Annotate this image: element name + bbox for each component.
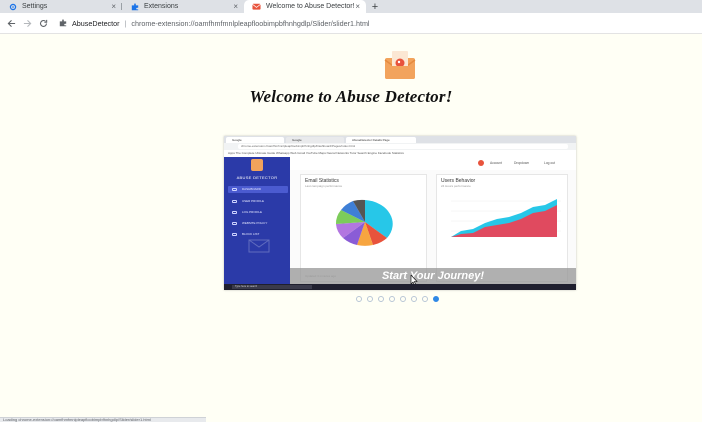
slide-tab: Google xyxy=(226,137,284,143)
slide-topnav-item: Log out xyxy=(544,161,555,165)
slide-taskbar-search: Type here to search xyxy=(232,285,312,289)
slide-nav-block-list: BLOCK LIST xyxy=(228,231,288,238)
slide-dot[interactable] xyxy=(367,296,373,302)
slide-nav-user-profile: USER PROFILE xyxy=(228,198,288,205)
tab-settings[interactable]: Settings × xyxy=(0,0,122,13)
forward-arrow-icon xyxy=(23,19,31,27)
slide-dot[interactable] xyxy=(411,296,417,302)
slide-nav-label: WEBSITE POLICY xyxy=(242,221,268,225)
slide-nav-label: BLOCK LIST xyxy=(242,232,260,236)
slide-image[interactable]: Google Google AbuseDetector Details Page… xyxy=(224,136,576,290)
tab-welcome[interactable]: Welcome to Abuse Detector! × xyxy=(244,0,366,13)
slide-nav-label: LOG PROFILE xyxy=(242,210,263,214)
slide-taskbar: Type here to search xyxy=(224,284,576,290)
tab-label: Extensions xyxy=(144,3,179,10)
close-tab-icon[interactable]: × xyxy=(233,2,238,11)
slide-nav-website-policy: WEBSITE POLICY xyxy=(228,220,288,227)
close-tab-icon[interactable]: × xyxy=(355,2,360,11)
slide-browser-chrome: Google Google AbuseDetector Details Page… xyxy=(224,136,576,157)
page-title: Welcome to Abuse Detector! xyxy=(249,87,453,106)
address-separator: | xyxy=(124,18,127,28)
extension-puzzle-icon xyxy=(59,19,68,28)
slide-bookmarks-bar: Apps The Complete Ultimate Guide Whatsap… xyxy=(224,150,576,157)
close-tab-icon[interactable]: × xyxy=(111,2,116,11)
slide-users-card: Users Behavior 24 Hours performance Upda… xyxy=(436,174,568,282)
url-text: chrome-extension://oamfhmfmnlpleapfloobi… xyxy=(131,18,370,28)
slide-dot[interactable] xyxy=(378,296,384,302)
slide-address-bar: chrome-extension://oamfhmfmnlpleapfloobi… xyxy=(238,144,568,149)
slide-tab: Google xyxy=(286,137,344,143)
slide-nav-log-profile: LOG PROFILE xyxy=(228,209,288,216)
slide-caption: Start Your Journey! xyxy=(381,270,485,282)
block-icon xyxy=(232,233,237,236)
user-icon xyxy=(232,200,237,203)
puzzle-icon xyxy=(130,2,139,11)
tab-label: Settings xyxy=(22,3,48,10)
new-tab-button[interactable]: + xyxy=(368,0,382,13)
slide-tab: AbuseDetector Details Page xyxy=(346,137,416,143)
notification-icon xyxy=(478,160,484,166)
abuse-detector-logo xyxy=(383,48,417,82)
email-pie-chart xyxy=(335,199,393,246)
site-name: AbuseDetector xyxy=(72,18,120,28)
forward-button[interactable] xyxy=(19,15,35,31)
slide-dot[interactable] xyxy=(356,296,362,302)
envelope-watermark-icon xyxy=(248,239,270,253)
slide-nav-label: DASHBOARD xyxy=(242,187,262,191)
list-icon xyxy=(232,211,237,214)
reload-button[interactable] xyxy=(35,15,51,31)
slide-nav-dashboard: DASHBOARD xyxy=(228,186,288,193)
gear-icon xyxy=(8,2,17,11)
slide-topnav-item: Dropdown xyxy=(514,161,530,165)
reload-icon xyxy=(39,19,47,27)
slide-nav-label: USER PROFILE xyxy=(242,199,265,203)
back-button[interactable] xyxy=(3,15,19,31)
slider-pagination xyxy=(356,296,439,304)
tab-label: Welcome to Abuse Detector! xyxy=(266,3,355,10)
dashboard-icon xyxy=(232,188,237,191)
card-subtitle: 24 Hours performance xyxy=(441,184,471,188)
browser-toolbar: AbuseDetector | chrome-extension://oamfh… xyxy=(0,13,702,34)
slide-logo-icon xyxy=(251,159,263,171)
slide-tab-strip: Google Google AbuseDetector Details Page xyxy=(224,136,576,143)
slide-dashboard: Account Dropdown Log out Email Statistic… xyxy=(290,157,576,284)
slide-topnav-item: Account xyxy=(490,161,502,165)
tab-strip: Settings × Extensions × Welcome to Abuse… xyxy=(0,0,702,13)
slide-brand: ABUSE DETECTOR xyxy=(236,175,278,180)
slide-dot-active[interactable] xyxy=(433,296,439,302)
card-subtitle: Last campaign performance xyxy=(305,184,343,188)
status-bar: Loading chrome-extension://oamfhmfmnlple… xyxy=(0,417,206,422)
back-arrow-icon xyxy=(7,19,15,27)
envelope-icon xyxy=(252,2,261,11)
slide-email-card: Email Statistics Last campaign performan… xyxy=(300,174,427,282)
slide-dot[interactable] xyxy=(422,296,428,302)
slide-dot[interactable] xyxy=(400,296,406,302)
address-bar[interactable]: AbuseDetector | chrome-extension://oamfh… xyxy=(59,15,370,31)
globe-icon xyxy=(232,222,237,225)
slide-top-nav: Account Dropdown Log out xyxy=(290,157,576,170)
slide-sidebar: ABUSE DETECTOR DASHBOARD USER PROFILE LO… xyxy=(224,157,290,284)
slide-dot[interactable] xyxy=(389,296,395,302)
users-area-chart xyxy=(451,199,561,237)
tab-extensions[interactable]: Extensions × xyxy=(122,0,244,13)
